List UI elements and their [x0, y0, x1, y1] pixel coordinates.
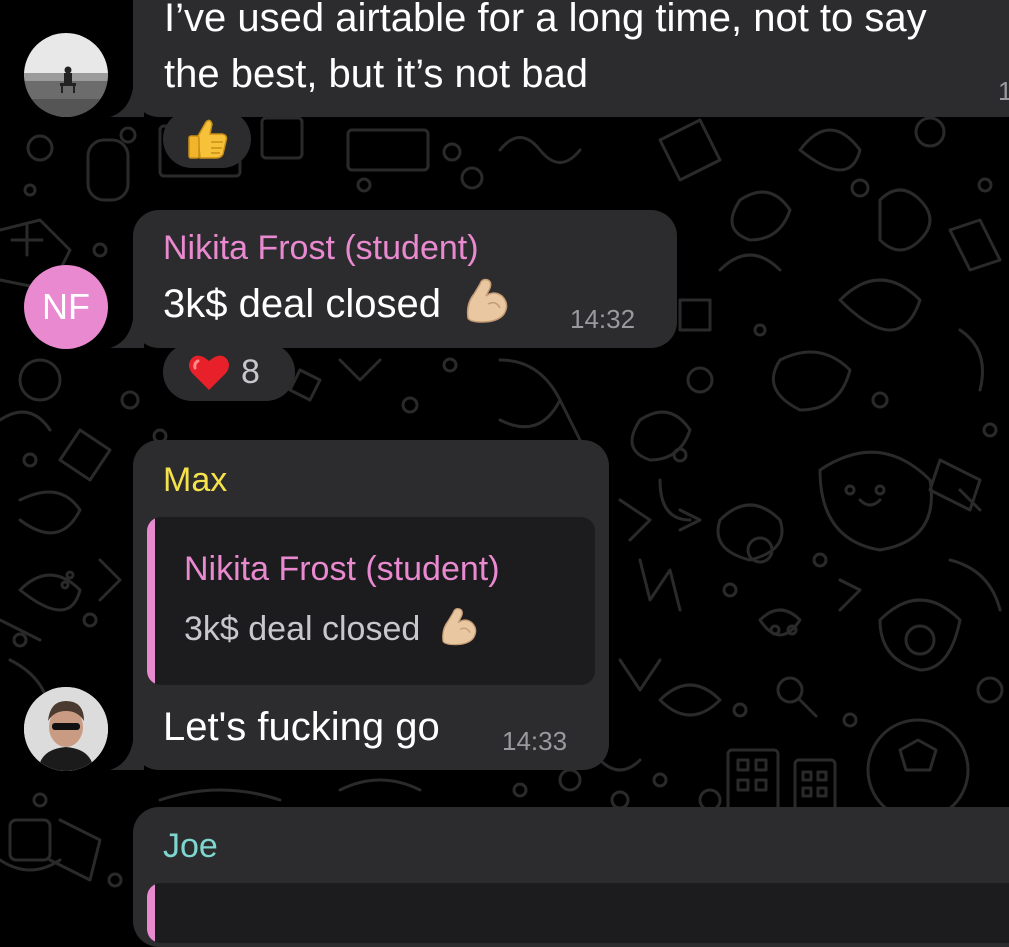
bubble-tail	[110, 80, 144, 117]
message-text-line-1: I’ve used airtable for a long time, not …	[164, 0, 927, 40]
thumbs-up-icon	[188, 119, 228, 159]
avatar-initials: NF	[42, 286, 90, 327]
bubble-tail	[110, 733, 144, 770]
flexed-biceps-icon	[466, 279, 508, 324]
bubble-tail	[110, 311, 144, 348]
sender-name[interactable]: Nikita Frost (student)	[163, 228, 479, 268]
message-time: 14:33	[502, 726, 568, 756]
sender-name[interactable]: Joe	[163, 826, 218, 866]
sender-name[interactable]: Max	[163, 460, 227, 500]
reply-quote-bar	[147, 517, 155, 685]
reply-quote[interactable]	[147, 883, 1009, 943]
message-time: 14:32	[570, 304, 636, 334]
avatar-photo	[24, 33, 108, 117]
avatar[interactable]	[24, 687, 108, 771]
reaction-thumbs-up[interactable]	[163, 110, 251, 168]
reply-text: 3k$ deal closed	[184, 608, 482, 649]
heart-icon	[189, 355, 229, 390]
reply-text-content: 3k$ deal closed	[184, 610, 421, 648]
reply-quote-bar	[147, 883, 155, 943]
reaction-heart[interactable]: 8	[163, 343, 295, 401]
avatar[interactable]	[24, 33, 108, 117]
message-text: Let's fucking go	[163, 705, 440, 749]
message-text-line-2: the best, but it’s not bad	[164, 52, 589, 96]
avatar[interactable]: NF	[24, 265, 108, 349]
reply-sender-name: Nikita Frost (student)	[184, 550, 500, 588]
flexed-biceps-icon	[441, 608, 477, 646]
message-text: 3k$ deal closed	[163, 276, 514, 332]
avatar-photo	[24, 687, 108, 771]
message-text-content: 3k$ deal closed	[163, 282, 441, 326]
reply-quote[interactable]: Nikita Frost (student) 3k$ deal closed	[147, 517, 595, 685]
message-time: 1	[998, 76, 1009, 106]
reaction-count: 8	[241, 352, 260, 391]
